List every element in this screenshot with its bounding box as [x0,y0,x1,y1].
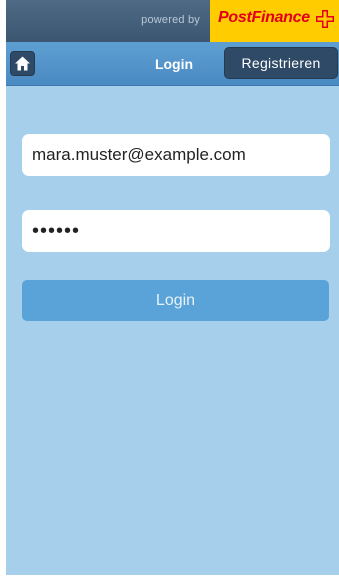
password-field[interactable] [22,210,330,252]
login-button[interactable]: Login [22,280,329,321]
postfinance-logo-text: PostFinance [218,9,310,26]
navigation-bar: Login Registrieren [6,42,339,86]
top-banner: powered by PostFinance [6,0,339,42]
swiss-cross-icon [316,10,334,28]
app-screen: powered by PostFinance Login Registriere… [6,0,339,575]
email-field[interactable] [22,134,330,176]
postfinance-logo: PostFinance [210,0,339,42]
register-button[interactable]: Registrieren [224,47,338,79]
powered-by-text: powered by [141,14,200,26]
